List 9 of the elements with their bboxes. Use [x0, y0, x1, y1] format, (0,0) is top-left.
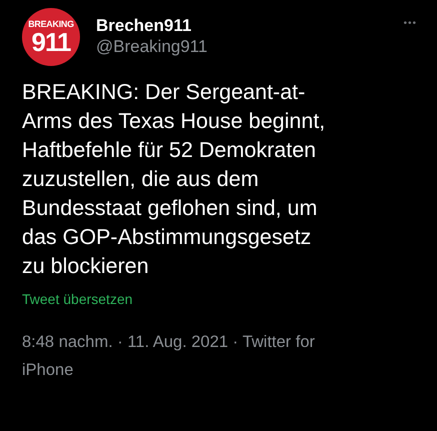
author-handle[interactable]: @Breaking911	[96, 36, 404, 58]
logo-text: 911	[32, 28, 70, 54]
tweet-meta: 8:48 nachm. · 11. Aug. 2021 · Twitter for iPhone	[22, 332, 316, 381]
avatar-logo[interactable]: BREAKING 911	[22, 8, 80, 66]
more-button[interactable]: •••	[403, 16, 417, 31]
translate-link[interactable]: Tweet übersetzen	[22, 289, 133, 310]
author-name[interactable]: Brechen911	[96, 16, 404, 36]
logo-text: BREAKING	[28, 20, 74, 28]
tweet-text: BREAKING: Der Sergeant-at- Arms des Texas House beginnt, Haftbefehle für 52 Demokraten zuzustellen, die aus dem Bundesstaat geflohen sind, um das GOP-Abstimmungsgesetz zu blockieren	[22, 79, 326, 280]
